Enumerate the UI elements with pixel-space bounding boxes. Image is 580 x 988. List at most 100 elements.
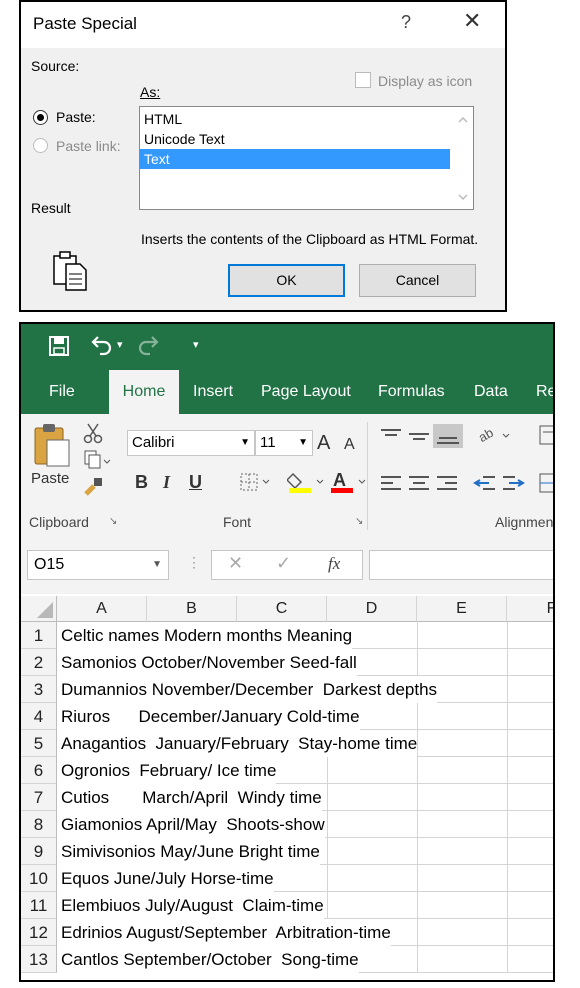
top-align-icon[interactable]	[379, 428, 403, 451]
row-header[interactable]: 12	[21, 919, 57, 946]
help-button[interactable]: ?	[401, 12, 411, 33]
formula-input[interactable]	[369, 550, 553, 580]
bottom-align-icon[interactable]	[433, 424, 463, 448]
undo-icon[interactable]	[89, 335, 113, 362]
column-header[interactable]: D	[327, 596, 417, 622]
tab-insert[interactable]: Insert	[193, 370, 233, 414]
paste-link-label: Paste link:	[56, 138, 121, 154]
cell-text[interactable]: Equos June/July Horse-time	[57, 865, 274, 892]
source-label: Source:	[31, 58, 80, 74]
merge-center-icon[interactable]	[539, 472, 553, 499]
column-header[interactable]: F	[507, 596, 553, 622]
paste-link-radio[interactable]	[33, 138, 48, 153]
font-color-icon[interactable]: A	[329, 470, 369, 499]
row-header[interactable]: 5	[21, 730, 57, 757]
row-header[interactable]: 3	[21, 676, 57, 703]
cut-icon[interactable]	[83, 422, 103, 449]
cell-text[interactable]: Elembiuos July/August Claim-time	[57, 892, 324, 919]
wrap-text-icon[interactable]	[539, 424, 553, 451]
tab-formulas[interactable]: Formulas	[378, 370, 445, 414]
cell-text[interactable]: Simivisonios May/June Bright time	[57, 838, 320, 865]
row-header[interactable]: 8	[21, 811, 57, 838]
display-as-icon-checkbox[interactable]	[355, 72, 371, 88]
ribbon-tabs: File Home Insert Page Layout Formulas Da…	[21, 370, 553, 414]
cell-text[interactable]: Giamonios April/May Shoots-show	[57, 811, 325, 838]
font-name-dropdown-icon: ▼	[240, 437, 250, 448]
increase-indent-icon[interactable]	[501, 474, 525, 499]
redo-icon[interactable]	[137, 335, 161, 362]
cell-text[interactable]: Dumannios November/December Darkest dept…	[57, 676, 438, 703]
name-box[interactable]: O15 ▼	[27, 550, 169, 580]
dialog-title: Paste Special	[33, 14, 137, 33]
row-header[interactable]: 13	[21, 946, 57, 973]
column-header[interactable]: B	[147, 596, 237, 622]
row-header[interactable]: 10	[21, 865, 57, 892]
tab-home[interactable]: Home	[109, 370, 179, 414]
shrink-font-button[interactable]: A	[344, 436, 355, 454]
enter-entry-icon[interactable]: ✓	[276, 553, 291, 574]
align-right-icon[interactable]	[435, 474, 459, 499]
tab-data[interactable]: Data	[474, 370, 508, 414]
bold-button[interactable]: B	[135, 472, 148, 493]
paste-button-label[interactable]: Paste	[31, 470, 69, 487]
cell-text[interactable]: Samonios October/November Seed-fall	[57, 649, 357, 676]
italic-button[interactable]: I	[163, 472, 170, 493]
middle-align-icon[interactable]	[407, 428, 431, 451]
cell-text[interactable]: Celtic names Modern months Meaning	[57, 622, 353, 649]
row-header[interactable]: 2	[21, 649, 57, 676]
formula-bar-area: O15 ▼ ⋮ ✕ ✓ fx	[21, 534, 553, 594]
orientation-icon[interactable]: ab	[476, 424, 511, 451]
formula-buttons: ✕ ✓ fx	[211, 550, 363, 580]
clipboard-icon	[51, 250, 91, 297]
list-scrollbar[interactable]	[453, 107, 473, 209]
cancel-entry-icon[interactable]: ✕	[228, 553, 243, 574]
grow-font-button[interactable]: A	[317, 432, 330, 455]
cell-text[interactable]: Cantlos September/October Song-time	[57, 946, 359, 973]
cell-text[interactable]: Ogronios February/ Ice time	[57, 757, 277, 784]
row-header[interactable]: 4	[21, 703, 57, 730]
select-all-corner[interactable]	[21, 596, 57, 622]
clipboard-launcher-icon[interactable]: ↘	[109, 516, 117, 527]
cell-text[interactable]: Cutios March/April Windy time	[57, 784, 322, 811]
cancel-button[interactable]: Cancel	[359, 264, 476, 297]
column-header[interactable]: A	[57, 596, 147, 622]
decrease-indent-icon[interactable]	[473, 474, 497, 499]
row-header[interactable]: 6	[21, 757, 57, 784]
align-center-icon[interactable]	[407, 474, 431, 499]
font-size-combo[interactable]: 11 ▼	[255, 430, 313, 456]
list-item[interactable]: HTML	[140, 109, 450, 129]
paste-icon[interactable]	[33, 422, 71, 473]
ok-button[interactable]: OK	[228, 264, 345, 297]
list-item[interactable]: Text	[140, 149, 450, 169]
fill-color-icon[interactable]	[285, 470, 327, 499]
align-left-icon[interactable]	[379, 474, 403, 499]
row-header[interactable]: 7	[21, 784, 57, 811]
cell-text[interactable]: Anagantios January/February Stay-home ti…	[57, 730, 418, 757]
format-painter-icon[interactable]	[83, 476, 105, 501]
row-header[interactable]: 1	[21, 622, 57, 649]
cell-text[interactable]: Edrinios August/September Arbitration-ti…	[57, 919, 391, 946]
column-header[interactable]: C	[237, 596, 327, 622]
worksheet-grid[interactable]: A B C D E F 1Celtic names Modern months …	[21, 596, 553, 980]
copy-icon[interactable]	[83, 450, 111, 475]
font-name-combo[interactable]: Calibri ▼	[127, 430, 255, 456]
dialog-title-bar[interactable]: Paste Special ? ✕	[21, 2, 505, 48]
customize-qat-icon[interactable]: ▾	[193, 338, 199, 351]
column-header[interactable]: E	[417, 596, 507, 622]
borders-icon[interactable]	[239, 472, 275, 497]
row-header[interactable]: 9	[21, 838, 57, 865]
underline-button[interactable]: U	[189, 472, 202, 493]
insert-function-icon[interactable]: fx	[328, 554, 340, 574]
as-listbox[interactable]: HTML Unicode Text Text	[139, 106, 474, 210]
tab-page-layout[interactable]: Page Layout	[261, 370, 351, 414]
list-item[interactable]: Unicode Text	[140, 129, 450, 149]
font-launcher-icon[interactable]: ↘	[355, 516, 363, 527]
tab-review[interactable]: Re	[536, 370, 553, 414]
cell-text[interactable]: Riuros December/January Cold-time	[57, 703, 360, 730]
paste-radio[interactable]	[33, 110, 48, 125]
tab-file[interactable]: File	[49, 370, 75, 414]
undo-dropdown-icon[interactable]: ▾	[117, 338, 123, 351]
close-button[interactable]: ✕	[463, 8, 481, 34]
save-icon[interactable]	[49, 336, 69, 361]
row-header[interactable]: 11	[21, 892, 57, 919]
